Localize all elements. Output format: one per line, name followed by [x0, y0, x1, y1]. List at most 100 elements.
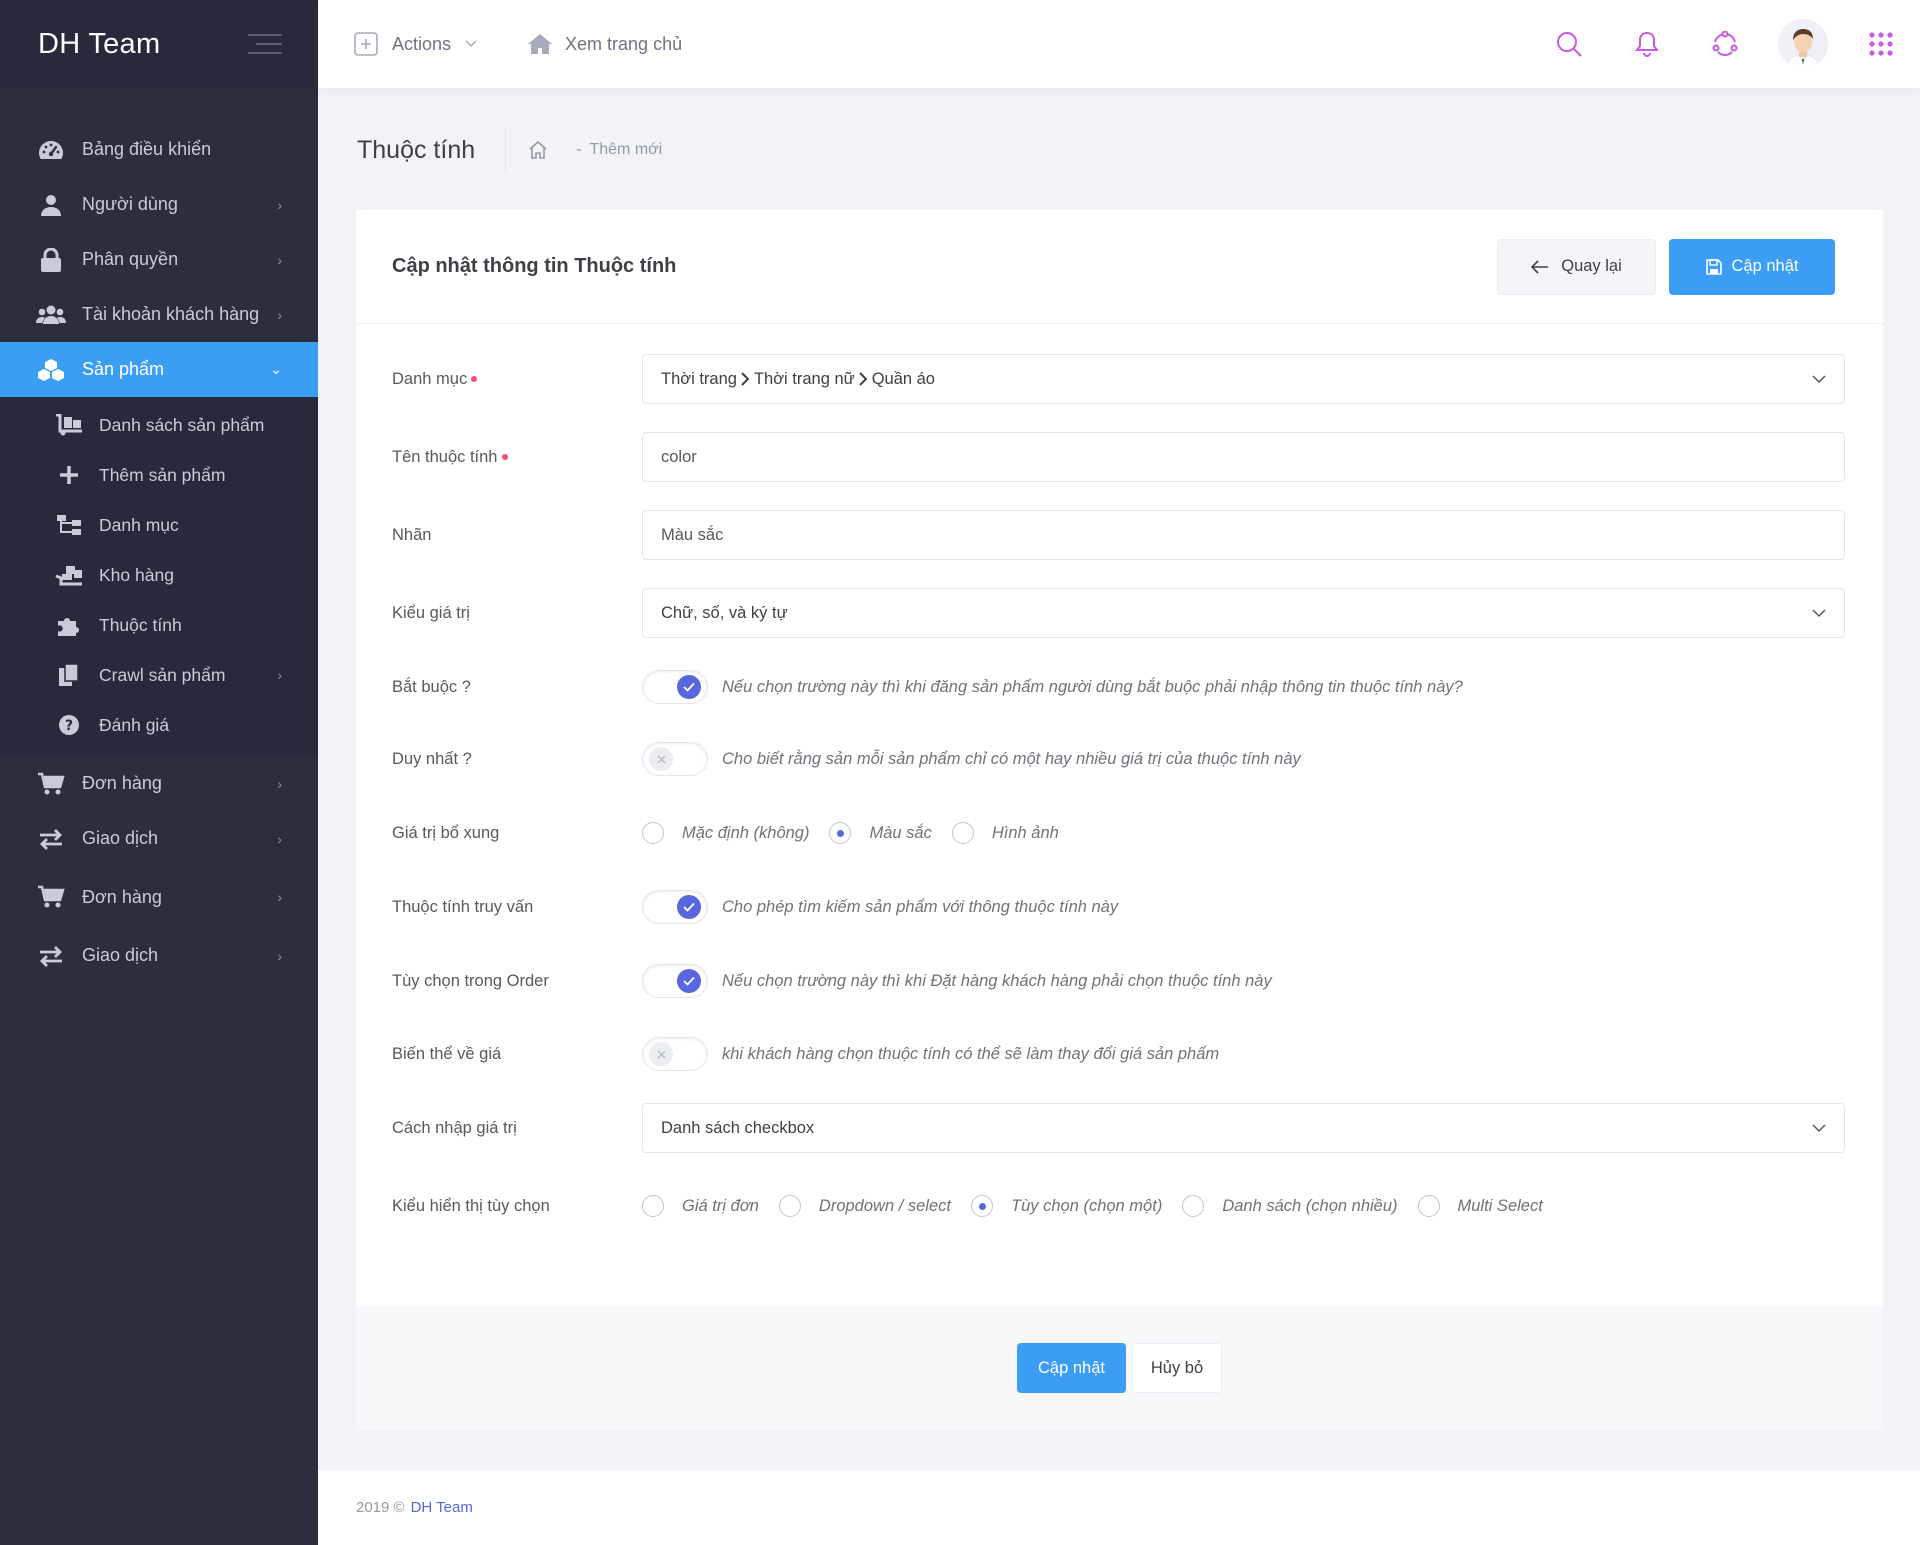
chevron-right-icon: ›: [277, 830, 282, 847]
chevron-right-icon: ›: [277, 775, 282, 792]
category-path-2: Thời trang nữ: [753, 369, 855, 388]
avatar-image: [1778, 19, 1828, 69]
form-portlet: Cập nhật thông tin Thuộc tính Quay lại C…: [356, 210, 1883, 1430]
close-icon: [649, 747, 673, 771]
actions-dropdown[interactable]: Actions: [354, 32, 477, 56]
sidebar-item-orders-2[interactable]: Đơn hàng ›: [0, 866, 318, 928]
sidebar-subitem-product-list[interactable]: Danh sách sản phẩm: [0, 400, 318, 450]
breadcrumb: - Thêm mới: [528, 141, 662, 159]
chevron-down-icon: [1812, 608, 1826, 618]
display-option-dropdown[interactable]: Dropdown / select: [778, 1195, 951, 1217]
svg-text:?: ?: [65, 718, 73, 734]
chevron-right-icon: ›: [277, 306, 282, 323]
unique-switch[interactable]: [642, 742, 708, 776]
attribute-name-row: Tên thuộc tính color: [392, 432, 1845, 482]
apps-grid-icon[interactable]: [1842, 0, 1920, 88]
required-switch[interactable]: [642, 670, 708, 704]
extra-option-default[interactable]: Mặc định (không): [642, 822, 809, 844]
sidebar-item-label: Đơn hàng: [82, 773, 162, 793]
subheader: Thuộc tính - Thêm mới: [357, 127, 662, 173]
cart-icon: [36, 885, 66, 909]
sidebar-subitem-attributes[interactable]: Thuộc tính: [0, 600, 318, 650]
sidebar-subitem-label: Đánh giá: [99, 714, 170, 735]
view-homepage-link[interactable]: Xem trang chủ: [527, 33, 682, 55]
extra-option-image[interactable]: Hình ảnh: [951, 822, 1059, 844]
tag-input[interactable]: Màu sắc: [642, 510, 1845, 560]
user-avatar[interactable]: [1764, 0, 1842, 88]
search-icon[interactable]: [1530, 0, 1608, 88]
submit-button[interactable]: Cập nhật: [1017, 1343, 1126, 1393]
query-row: Thuộc tính truy vấn Cho phép tìm kiếm sả…: [392, 883, 1845, 931]
sidebar-item-users[interactable]: Người dùng ›: [0, 177, 318, 232]
radio-circle: [951, 822, 974, 844]
question-icon: ?: [55, 713, 83, 737]
dashboard-icon: [36, 138, 66, 162]
chevron-down-icon: ⌄: [270, 361, 282, 377]
sidebar-subitem-crawl-products[interactable]: Crawl sản phẩm ›: [0, 650, 318, 700]
sidebar-subitem-warehouse[interactable]: Kho hàng: [0, 550, 318, 600]
order-option-switch[interactable]: [642, 964, 708, 998]
extra-option-color[interactable]: Màu sắc: [829, 822, 932, 844]
extra-value-row: Giá trị bổ xung Mặc định (không) Màu sắc…: [392, 809, 1845, 857]
display-type-row: Kiểu hiển thị tùy chọn Giá trị đơn Dropd…: [392, 1181, 1845, 1231]
radio-circle: [1417, 1195, 1440, 1217]
form-body: Danh mục Thời trang Thời trang nữ Quần á…: [356, 324, 1883, 1231]
sidebar-item-label: Phân quyền: [82, 249, 179, 269]
menu-toggle-icon[interactable]: [248, 34, 282, 54]
save-button[interactable]: Cập nhật: [1669, 238, 1835, 295]
breadcrumb-link[interactable]: Thêm mới: [589, 141, 662, 159]
home-icon[interactable]: [528, 141, 548, 159]
back-button[interactable]: Quay lại: [1497, 238, 1656, 295]
category-select[interactable]: Thời trang Thời trang nữ Quần áo: [642, 354, 1845, 404]
sidebar-item-dashboard[interactable]: Bảng điều khiển: [0, 122, 318, 177]
add-box-icon: [354, 32, 378, 56]
sidebar-subitem-reviews[interactable]: ? Đánh giá: [0, 700, 318, 750]
radio-label: Giá trị đơn: [682, 1196, 759, 1215]
required-label: Bắt buộc ?: [392, 677, 471, 696]
breadcrumb-separator: -: [576, 141, 582, 158]
check-icon: [677, 675, 701, 699]
display-option-single[interactable]: Giá trị đơn: [642, 1195, 759, 1217]
share-icon[interactable]: [1686, 0, 1764, 88]
footer-link[interactable]: DH Team: [411, 1499, 473, 1516]
page-title: Thuộc tính: [357, 127, 507, 173]
bell-icon[interactable]: [1608, 0, 1686, 88]
required-row: Bắt buộc ? Nếu chọn trường này thì khi đ…: [392, 663, 1845, 711]
save-button-label: Cập nhật: [1731, 257, 1799, 275]
display-option-choose-one[interactable]: Tùy chọn (chọn một): [971, 1195, 1162, 1217]
sidebar-item-transactions[interactable]: Giao dịch ›: [0, 811, 318, 866]
radio-circle-checked: [829, 822, 852, 844]
sidebar-subitem-categories[interactable]: Danh mục: [0, 500, 318, 550]
home-icon: [527, 33, 553, 55]
attribute-name-input[interactable]: color: [642, 432, 1845, 482]
sidebar-item-products[interactable]: Sản phẩm ⌄: [0, 342, 318, 397]
value-type-label: Kiểu giá trị: [392, 603, 470, 622]
attribute-name-label-text: Tên thuộc tính: [392, 447, 498, 466]
value-type-value: Chữ, số, và ký tự: [661, 603, 788, 622]
sidebar-item-customer-accounts[interactable]: Tài khoản khách hàng ›: [0, 287, 318, 342]
sidebar-subitem-add-product[interactable]: Thêm sản phẩm: [0, 450, 318, 500]
cancel-button[interactable]: Hủy bỏ: [1132, 1343, 1222, 1393]
sidebar-subitem-label: Thuộc tính: [99, 614, 182, 635]
radio-circle: [642, 1195, 664, 1217]
display-option-choose-many[interactable]: Danh sách (chọn nhiều): [1182, 1195, 1398, 1217]
form-footer: Cập nhật Hủy bỏ: [356, 1306, 1883, 1430]
price-variant-switch[interactable]: [642, 1037, 708, 1071]
query-switch[interactable]: [642, 890, 708, 924]
puzzle-icon: [55, 613, 83, 637]
chevron-down-icon: [1812, 1123, 1826, 1133]
plus-icon: [55, 463, 83, 487]
category-label: Danh mục: [392, 370, 642, 389]
radio-label: Multi Select: [1457, 1196, 1543, 1215]
required-dot: [501, 454, 508, 461]
chevron-right-icon: ›: [277, 196, 282, 213]
input-method-select[interactable]: Danh sách checkbox: [642, 1103, 1845, 1153]
sidebar-item-permissions[interactable]: Phân quyền ›: [0, 232, 318, 287]
radio-circle: [778, 1195, 801, 1217]
display-option-multi-select[interactable]: Multi Select: [1417, 1195, 1543, 1217]
sidebar-item-orders[interactable]: Đơn hàng ›: [0, 756, 318, 811]
value-type-select[interactable]: Chữ, số, và ký tự: [642, 588, 1845, 638]
sidebar-item-transactions-2[interactable]: Giao dịch ›: [0, 928, 318, 983]
cubes-icon: [36, 358, 66, 382]
required-hint: Nếu chọn trường này thì khi đăng sản phẩ…: [722, 677, 1463, 696]
